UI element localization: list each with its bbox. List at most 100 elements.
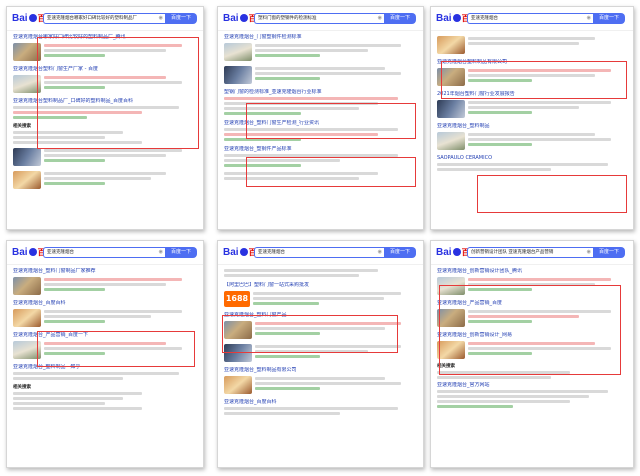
result-title[interactable]: 亚速克隆烟台_百度百科 bbox=[224, 399, 417, 406]
result-title[interactable]: 亚速克隆烟台_创新营销设计_网易 bbox=[437, 332, 627, 339]
result-item[interactable]: 亚速克隆烟台塑料制品有限公司 bbox=[437, 59, 627, 86]
result-title[interactable]: 亚速克隆烟台_塑料门窗生产检测_行业资讯 bbox=[224, 120, 417, 127]
result-item[interactable]: 亚速克隆烟台_塑料制品 - 知乎 bbox=[13, 364, 197, 380]
search-screenshot-5: Bai百度 亚速克隆烟台◉ 百度一下 【阿里巴巴】塑料门窗一站式采购批发 168… bbox=[217, 240, 424, 468]
paw-icon bbox=[239, 14, 248, 22]
result-thumbnail bbox=[437, 309, 465, 327]
result-title[interactable]: 2021年烟台塑料门窗行业发展报告 bbox=[437, 91, 627, 98]
search-screenshot-3: Bai百度 亚速克隆烟台◉ 百度一下 亚速克隆烟台塑料制品有限公司 2021年烟… bbox=[430, 6, 634, 230]
result-title[interactable]: 塑钢门窗的检测标准_亚速克隆烟台行业标准 bbox=[224, 89, 417, 96]
related-search-heading: 相关搜索 bbox=[13, 385, 31, 390]
result-thumbnail bbox=[437, 100, 465, 118]
camera-icon[interactable]: ◉ bbox=[159, 14, 163, 23]
result-item[interactable]: 亚速克隆烟台_塑料门窗制品厂家推荐 bbox=[13, 268, 197, 295]
camera-icon[interactable]: ◉ bbox=[378, 14, 382, 23]
result-title[interactable]: 【阿里巴巴】塑料门窗一站式采购批发 bbox=[224, 282, 417, 289]
result-title[interactable]: 亚速克隆烟台_官方网站 bbox=[437, 382, 627, 389]
paw-icon bbox=[452, 14, 461, 22]
search-header: Bai百度 塑料门窗的塑钢件的检测标准◉ 百度一下 bbox=[218, 7, 423, 31]
search-input[interactable]: 创新营销设计团队 亚速克隆烟台产品营销 ◉ bbox=[467, 247, 593, 258]
search-header: Bai百度 亚速克隆烟台◉ 百度一下 bbox=[431, 7, 633, 31]
result-title[interactable]: 亚速克隆烟台_产品营销_百度一下 bbox=[13, 332, 197, 339]
result-thumbnail bbox=[437, 132, 465, 150]
result-item[interactable] bbox=[224, 66, 417, 84]
result-item[interactable]: 亚速克隆烟台_门窗塑钢件检测标准 bbox=[224, 34, 417, 61]
search-header: Bai百度 亚速克隆烟台◉ 百度一下 bbox=[7, 241, 203, 265]
result-item[interactable] bbox=[224, 172, 417, 180]
search-input[interactable]: 亚速克隆烟台哪家好口碑比较好的塑料制品厂 ◉ bbox=[43, 13, 165, 24]
search-button[interactable]: 百度一下 bbox=[593, 247, 625, 258]
camera-icon[interactable]: ◉ bbox=[378, 248, 382, 257]
result-item[interactable]: 亚速克隆烟台_创新营销设计团队_腾讯 bbox=[437, 268, 627, 295]
result-thumbnail bbox=[13, 277, 41, 295]
result-item[interactable]: 亚速克隆烟台_百度百科 bbox=[13, 300, 197, 327]
search-screenshot-6: Bai百度 创新营销设计团队 亚速克隆烟台产品营销◉ 百度一下 亚速克隆烟台_创… bbox=[430, 240, 634, 468]
result-title[interactable]: 亚速克隆烟台_门窗塑钢件检测标准 bbox=[224, 34, 417, 41]
result-title[interactable]: 亚速克隆烟台_塑料门窗产品 bbox=[224, 312, 417, 319]
related-search-heading: 相关搜索 bbox=[13, 124, 31, 129]
result-thumbnail bbox=[224, 66, 252, 84]
result-title[interactable]: 亚速克隆烟台_创新营销设计团队_腾讯 bbox=[437, 268, 627, 275]
result-title[interactable]: 亚速克隆烟台_塑料门窗制品厂家推荐 bbox=[13, 268, 197, 275]
result-title[interactable]: 亚速克隆烟台_塑钢件产品标准 bbox=[224, 146, 417, 153]
result-thumbnail bbox=[224, 43, 252, 61]
result-title[interactable]: 亚速克隆烟台塑料门窗生产厂家 - 百度 bbox=[13, 66, 197, 73]
paw-icon bbox=[452, 248, 461, 256]
result-title[interactable]: 亚速克隆烟台_塑料制品有限公司 bbox=[224, 367, 417, 374]
result-thumbnail bbox=[13, 43, 41, 61]
result-item[interactable]: 亚速克隆烟台_塑料制品有限公司 bbox=[224, 367, 417, 394]
search-button[interactable]: 百度一下 bbox=[165, 247, 197, 258]
camera-icon[interactable]: ◉ bbox=[159, 248, 163, 257]
related-search-heading: 相关搜索 bbox=[437, 364, 455, 369]
result-thumbnail bbox=[224, 321, 252, 339]
result-item[interactable] bbox=[224, 269, 417, 277]
result-title[interactable]: 亚速克隆烟台_产品营销_百度 bbox=[437, 300, 627, 307]
result-title[interactable]: 亚速克隆烟台_塑料制品 bbox=[437, 123, 627, 130]
camera-icon[interactable]: ◉ bbox=[587, 248, 591, 257]
result-item[interactable] bbox=[13, 148, 197, 166]
highlight-frame bbox=[477, 175, 627, 213]
result-thumbnail bbox=[13, 148, 41, 166]
result-title[interactable]: 亚速克隆烟台_百度百科 bbox=[13, 300, 197, 307]
result-item[interactable]: 亚速克隆烟台_塑料制品 bbox=[437, 123, 627, 150]
search-button[interactable]: 百度一下 bbox=[593, 13, 625, 24]
result-item[interactable]: 塑钢门窗的检测标准_亚速克隆烟台行业标准 bbox=[224, 89, 417, 115]
result-thumbnail bbox=[437, 36, 465, 54]
result-item[interactable]: 【阿里巴巴】塑料门窗一站式采购批发 1688 bbox=[224, 282, 417, 307]
result-item[interactable] bbox=[437, 36, 627, 54]
search-button[interactable]: 百度一下 bbox=[165, 13, 197, 24]
result-item[interactable]: 亚速克隆烟台_产品营销_百度 bbox=[437, 300, 627, 327]
result-item[interactable]: 亚速克隆烟台塑料门窗生产厂家 - 百度 bbox=[13, 66, 197, 93]
result-item[interactable]: 亚速克隆烟台_百度百科 bbox=[224, 399, 417, 415]
result-title[interactable]: 亚速克隆烟台哪家好口碑比较好的塑料制品厂_腾讯 bbox=[13, 34, 197, 41]
search-input[interactable]: 亚速克隆烟台 ◉ bbox=[254, 247, 384, 258]
result-thumbnail bbox=[13, 75, 41, 93]
result-item[interactable]: 亚速克隆烟台_创新营销设计_网易 bbox=[437, 332, 627, 359]
search-header: Bai百度 创新营销设计团队 亚速克隆烟台产品营销◉ 百度一下 bbox=[431, 241, 633, 265]
result-thumbnail bbox=[224, 344, 252, 362]
result-title[interactable]: SAOPAULO CERAMICO bbox=[437, 155, 627, 162]
result-item[interactable] bbox=[13, 171, 197, 189]
result-item[interactable]: 亚速克隆烟台_产品营销_百度一下 bbox=[13, 332, 197, 359]
result-thumbnail bbox=[13, 341, 41, 359]
result-title[interactable]: 亚速克隆烟台_塑料制品 - 知乎 bbox=[13, 364, 197, 371]
result-item[interactable]: 亚速克隆烟台_官方网站 bbox=[437, 382, 627, 408]
search-input[interactable]: 塑料门窗的塑钢件的检测标准 ◉ bbox=[254, 13, 384, 24]
search-button[interactable]: 百度一下 bbox=[384, 13, 416, 24]
result-item[interactable]: SAOPAULO CERAMICO bbox=[437, 155, 627, 171]
result-thumbnail bbox=[13, 309, 41, 327]
search-header: Bai百度 亚速克隆烟台哪家好口碑比较好的塑料制品厂◉ 百度一下 bbox=[7, 7, 203, 31]
result-item[interactable]: 亚速克隆烟台_塑钢件产品标准 bbox=[224, 146, 417, 167]
search-button[interactable]: 百度一下 bbox=[384, 247, 416, 258]
result-item[interactable]: 2021年烟台塑料门窗行业发展报告 bbox=[437, 91, 627, 118]
search-input[interactable]: 亚速克隆烟台 ◉ bbox=[43, 247, 165, 258]
result-item[interactable] bbox=[224, 344, 417, 362]
result-title[interactable]: 亚速克隆烟台塑料制品有限公司 bbox=[437, 59, 627, 66]
result-item[interactable]: 亚速克隆烟台塑料制品厂_口碑好的塑料制品_百度百科 bbox=[13, 98, 197, 119]
result-item[interactable]: 亚速克隆烟台_塑料门窗生产检测_行业资讯 bbox=[224, 120, 417, 141]
camera-icon[interactable]: ◉ bbox=[587, 14, 591, 23]
result-title[interactable]: 亚速克隆烟台塑料制品厂_口碑好的塑料制品_百度百科 bbox=[13, 98, 197, 105]
result-item[interactable]: 亚速克隆烟台_塑料门窗产品 bbox=[224, 312, 417, 339]
search-input[interactable]: 亚速克隆烟台 ◉ bbox=[467, 13, 593, 24]
result-item[interactable]: 亚速克隆烟台哪家好口碑比较好的塑料制品厂_腾讯 bbox=[13, 34, 197, 61]
